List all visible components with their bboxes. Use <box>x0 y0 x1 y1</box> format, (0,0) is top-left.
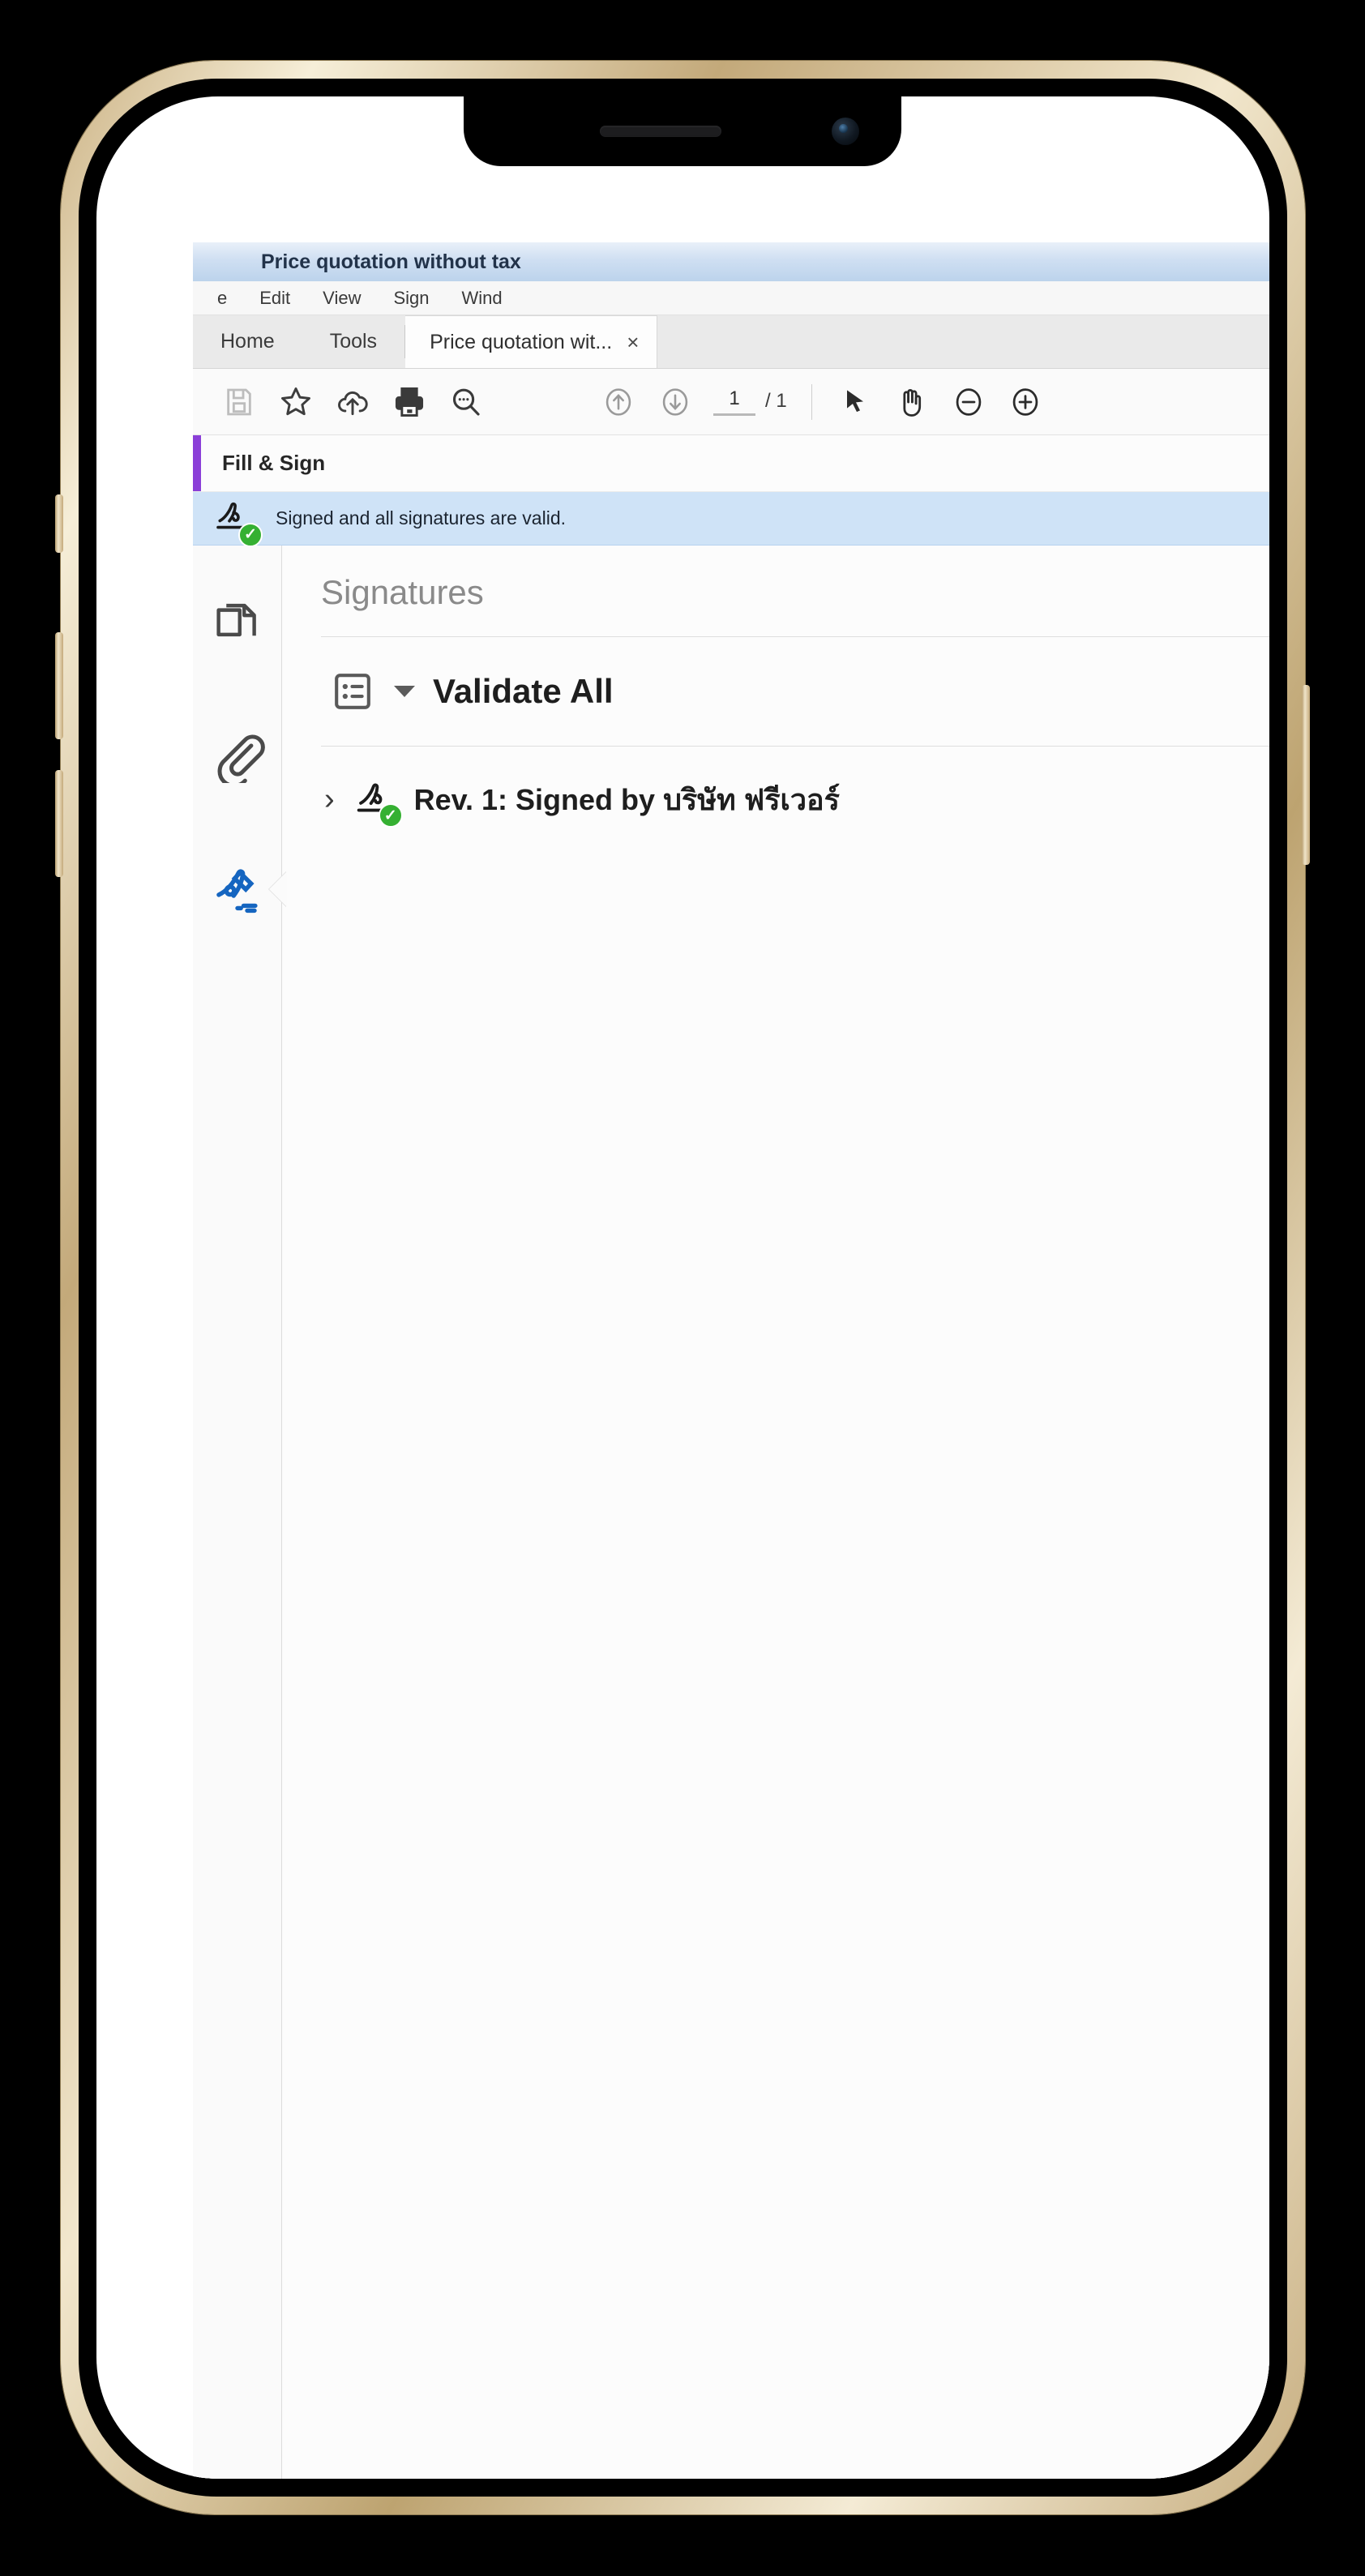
page-up-icon[interactable] <box>590 374 647 430</box>
save-icon[interactable] <box>211 374 267 430</box>
toolbar-separator <box>811 383 812 420</box>
tab-home[interactable]: Home <box>193 315 302 368</box>
menu-bar: e Edit View Sign Wind <box>193 281 1269 315</box>
sidebar-item-signatures[interactable] <box>200 852 275 926</box>
menu-item-file[interactable]: e <box>217 288 227 309</box>
validate-all-row[interactable]: Validate All <box>321 637 1269 746</box>
zoom-in-icon[interactable] <box>997 374 1054 430</box>
menu-item-view[interactable]: View <box>323 288 361 309</box>
print-icon[interactable] <box>381 374 438 430</box>
navigation-rail <box>193 546 282 2479</box>
list-options-icon <box>335 674 370 709</box>
signatures-panel: Signatures Validate All › ✓ Rev. 1: Sign… <box>282 546 1269 2479</box>
revision-valid-icon: ✓ <box>351 776 403 828</box>
page-indicator: 1 / 1 <box>713 387 787 416</box>
fill-sign-label: Fill & Sign <box>222 451 326 475</box>
search-icon[interactable] <box>438 374 494 430</box>
toolbar: 1 / 1 <box>193 369 1269 435</box>
signed-status-text: Signed and all signatures are valid. <box>276 507 567 528</box>
star-icon[interactable] <box>267 374 324 430</box>
fill-sign-accent-bar <box>193 435 201 491</box>
tab-document-label: Price quotation wit... <box>430 330 613 353</box>
attachments-paperclip-icon <box>217 734 265 783</box>
close-icon[interactable]: × <box>627 332 639 353</box>
tab-tools[interactable]: Tools <box>302 315 404 368</box>
signatures-pen-icon <box>216 869 258 914</box>
green-check-icon: ✓ <box>238 522 263 547</box>
page-thumbnails-icon <box>216 603 256 637</box>
menu-item-sign[interactable]: Sign <box>393 288 429 309</box>
validate-all-label: Validate All <box>433 672 614 710</box>
zoom-out-icon[interactable] <box>940 374 997 430</box>
power-button[interactable] <box>1302 685 1310 865</box>
tab-home-label: Home <box>220 330 275 353</box>
window-title-bar: Price quotation without tax <box>193 242 1269 281</box>
application-window: Price quotation without tax e Edit View … <box>193 242 1269 2479</box>
fill-and-sign-bar: Fill & Sign Sig <box>193 435 1269 492</box>
green-check-icon: ✓ <box>378 803 403 828</box>
volume-up-button[interactable] <box>55 632 63 739</box>
hand-tool-icon[interactable] <box>884 374 940 430</box>
phone-screen: Price quotation without tax e Edit View … <box>96 96 1269 2479</box>
page-number-input[interactable]: 1 <box>713 387 755 416</box>
signature-revision-row[interactable]: › ✓ Rev. 1: Signed by บริษัท ฟรีเวอร์ <box>321 747 1269 828</box>
silent-switch[interactable] <box>55 494 63 553</box>
menu-item-window[interactable]: Wind <box>462 288 503 309</box>
window-body: Signatures Validate All › ✓ Rev. 1: Sign… <box>193 546 1269 2479</box>
front-camera <box>832 118 859 145</box>
signed-status-banner: ✓ Signed and all signatures are valid. <box>193 492 1269 547</box>
tab-document[interactable]: Price quotation wit... × <box>405 315 658 368</box>
cloud-upload-icon[interactable] <box>324 374 381 430</box>
tab-tools-label: Tools <box>329 330 378 353</box>
chevron-right-icon[interactable]: › <box>324 784 335 815</box>
phone-notch <box>464 96 901 166</box>
signature-valid-icon: ✓ <box>211 495 263 547</box>
tab-strip: Home Tools Price quotation wit... × <box>193 315 1269 369</box>
page-total-label: / 1 <box>765 390 787 412</box>
page-down-icon[interactable] <box>647 374 704 430</box>
earpiece-speaker <box>600 126 721 137</box>
sidebar-item-attachments[interactable] <box>200 717 275 792</box>
revision-label: Rev. 1: Signed by บริษัท ฟรีเวอร์ <box>413 782 841 816</box>
page-title: Signatures <box>321 573 484 611</box>
menu-item-edit[interactable]: Edit <box>259 288 290 309</box>
chevron-down-icon[interactable] <box>394 686 415 697</box>
volume-down-button[interactable] <box>55 770 63 877</box>
sidebar-item-page-thumbnails[interactable] <box>200 583 275 657</box>
select-cursor-icon[interactable] <box>827 374 884 430</box>
window-title: Price quotation without tax <box>261 250 521 273</box>
